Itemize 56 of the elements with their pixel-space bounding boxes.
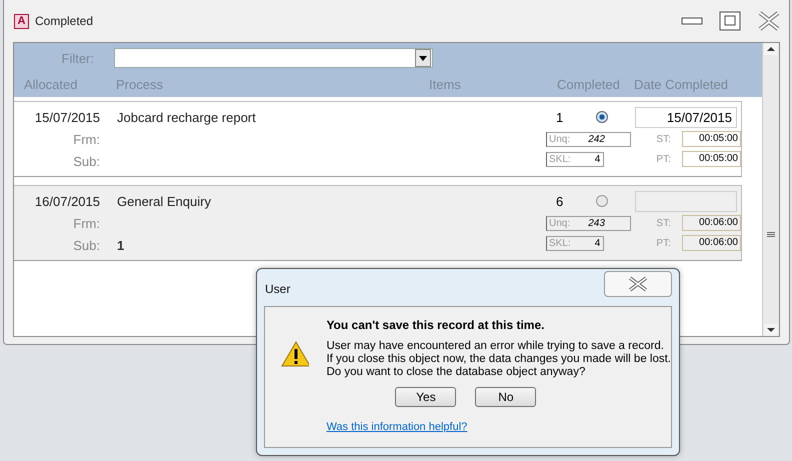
- items-count: 1: [555, 110, 564, 124]
- process-name: Jobcard recharge report: [117, 109, 257, 127]
- dialog-heading: You can't save this record at this time.: [326, 318, 546, 332]
- close-button[interactable]: [757, 11, 781, 31]
- message-text: Do you want to close the database object anyway?: [326, 366, 586, 379]
- maximize-icon: [719, 11, 741, 31]
- st-label: ST:: [655, 218, 671, 228]
- sub-label: Sub:: [73, 153, 100, 171]
- skl-field[interactable]: SKL: 4: [546, 236, 604, 250]
- help-link[interactable]: Was this information helpful?: [326, 421, 468, 433]
- message-text: If you close this object now, the data changes you made will be lost.: [326, 353, 671, 366]
- yes-button[interactable]: Yes: [395, 387, 456, 407]
- app-icon: A: [14, 14, 29, 28]
- close-button[interactable]: [604, 271, 672, 297]
- message-text: User may have encountered an error while trying to save a record.: [326, 340, 665, 353]
- close-icon: [627, 276, 649, 292]
- skl-field[interactable]: SKL: 4: [546, 152, 604, 166]
- column-header: Date Completed: [634, 77, 728, 92]
- close-icon: [757, 11, 781, 31]
- date-completed-field[interactable]: 15/07/2015: [635, 106, 737, 128]
- pt-label: PT:: [655, 154, 671, 164]
- st-field[interactable]: 00:06:00: [682, 215, 741, 231]
- window-title: Completed: [35, 14, 94, 28]
- minimize-icon: [681, 16, 703, 26]
- dropdown-button[interactable]: [415, 49, 431, 67]
- sub-label: Sub:: [73, 237, 100, 255]
- maximize-button[interactable]: [719, 11, 741, 31]
- pt-field[interactable]: 00:05:00: [682, 151, 741, 167]
- column-header: Allocated: [24, 77, 78, 92]
- allocated-date: 15/07/2015: [34, 109, 100, 127]
- st-field[interactable]: 00:05:00: [682, 131, 741, 147]
- dialog-title: User: [265, 282, 290, 296]
- column-header: Process: [116, 77, 163, 92]
- completed-radio[interactable]: [596, 195, 608, 207]
- unq-field[interactable]: Unq: 243: [546, 216, 631, 230]
- caret-icon: [419, 56, 427, 60]
- column-header: Completed: [557, 77, 620, 92]
- grip-icon: [767, 232, 775, 238]
- no-button[interactable]: No: [475, 387, 536, 407]
- warning-icon: [280, 340, 310, 368]
- allocated-date: 16/07/2015: [34, 193, 100, 211]
- frm-label: Frm:: [73, 215, 100, 233]
- unq-field[interactable]: Unq: 242: [546, 132, 631, 146]
- completed-radio[interactable]: [596, 111, 608, 123]
- process-name: General Enquiry: [117, 193, 212, 211]
- sub-value: 1: [117, 237, 126, 255]
- items-count: 6: [555, 194, 564, 208]
- date-completed-field[interactable]: [635, 190, 737, 212]
- frm-label: Frm:: [73, 131, 100, 149]
- filter-label: Filter:: [60, 50, 94, 66]
- minimize-button[interactable]: [681, 16, 703, 26]
- pt-label: PT:: [655, 238, 671, 248]
- column-header: Items: [429, 77, 461, 92]
- scrollbar[interactable]: [762, 43, 779, 336]
- pt-field[interactable]: 00:06:00: [682, 235, 741, 251]
- st-label: ST:: [655, 134, 671, 144]
